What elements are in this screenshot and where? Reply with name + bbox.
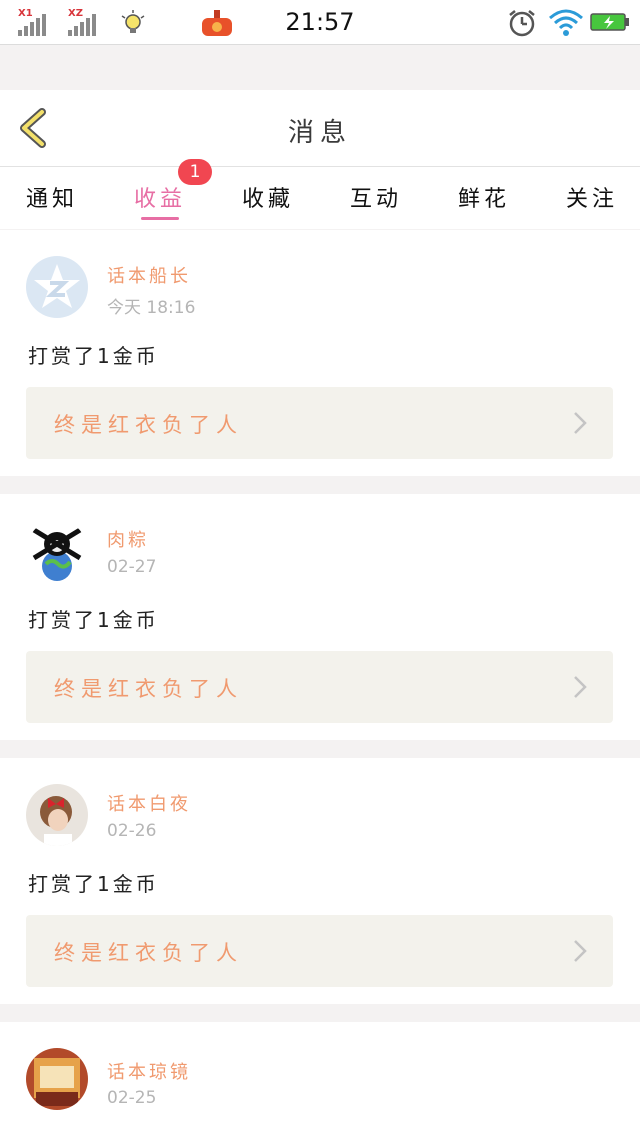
message-time: 02-26: [107, 821, 157, 841]
work-title: 终是红衣负了人: [54, 941, 243, 965]
qzone-star-icon: [34, 264, 80, 308]
tab-interactions[interactable]: 互动: [350, 181, 402, 213]
message-action: 打赏了1金币: [28, 608, 159, 632]
message-time: 02-27: [107, 557, 157, 577]
tab-bar: 通知 收益 收藏 互动 鲜花 关注: [0, 167, 640, 229]
top-spacer: [0, 45, 640, 90]
user-name[interactable]: 话本白夜: [107, 790, 191, 816]
tab-notifications[interactable]: 通知: [26, 181, 78, 213]
status-bar: X1 XZ 21:57: [0, 0, 640, 45]
message-time: 今天 18:16: [107, 298, 196, 318]
sticker-avatar-icon: [34, 1058, 80, 1106]
chevron-right-icon: [574, 940, 587, 962]
message-time: 02-25: [107, 1088, 157, 1108]
active-tab-indicator: [141, 217, 179, 220]
user-name[interactable]: 话本船长: [107, 262, 191, 288]
user-name[interactable]: 肉粽: [107, 526, 149, 552]
signal-icon-sim2: XZ: [68, 8, 100, 36]
chevron-right-icon: [574, 676, 587, 698]
wifi-icon: [549, 9, 583, 36]
alarm-clock-icon: [509, 10, 535, 37]
battery-icon: [590, 13, 629, 31]
status-time: 21:57: [285, 8, 355, 36]
message-card: 话本船长 今天 18:16 打赏了1金币 终是红衣负了人: [0, 230, 640, 476]
message-card: 肉粽 02-27 打赏了1金币 终是红衣负了人: [0, 494, 640, 740]
earnings-badge: 1: [178, 159, 212, 185]
page-title: 消息: [287, 118, 352, 148]
tab-favorites[interactable]: 收藏: [242, 181, 294, 213]
message-action: 打赏了1金币: [28, 872, 159, 896]
chevron-right-icon: [574, 412, 587, 434]
girl-portrait-icon: [40, 796, 72, 846]
avatar[interactable]: [26, 256, 88, 318]
work-title: 终是红衣负了人: [54, 413, 243, 437]
tab-flowers[interactable]: 鲜花: [458, 181, 510, 213]
skull-globe-icon: [32, 527, 82, 581]
work-link[interactable]: 终是红衣负了人: [26, 651, 613, 723]
signal-icon-sim1: X1: [18, 8, 50, 36]
avatar[interactable]: [26, 784, 88, 846]
tab-following[interactable]: 关注: [566, 181, 618, 213]
lightbulb-icon: [121, 10, 145, 33]
header-bar: 消息: [0, 90, 640, 167]
work-title: 终是红衣负了人: [54, 677, 243, 701]
work-link[interactable]: 终是红衣负了人: [26, 915, 613, 987]
message-card: 话本白夜 02-26 打赏了1金币 终是红衣负了人: [0, 758, 640, 1004]
work-link[interactable]: 终是红衣负了人: [26, 387, 613, 459]
app-notification-icon: [202, 10, 232, 36]
message-action: 打赏了1金币: [28, 344, 159, 368]
avatar[interactable]: [26, 520, 88, 582]
avatar[interactable]: [26, 1048, 88, 1110]
tab-earnings[interactable]: 收益: [134, 181, 186, 213]
user-name[interactable]: 话本琼镜: [107, 1058, 191, 1084]
message-card: 话本琼镜 02-25: [0, 1022, 640, 1138]
